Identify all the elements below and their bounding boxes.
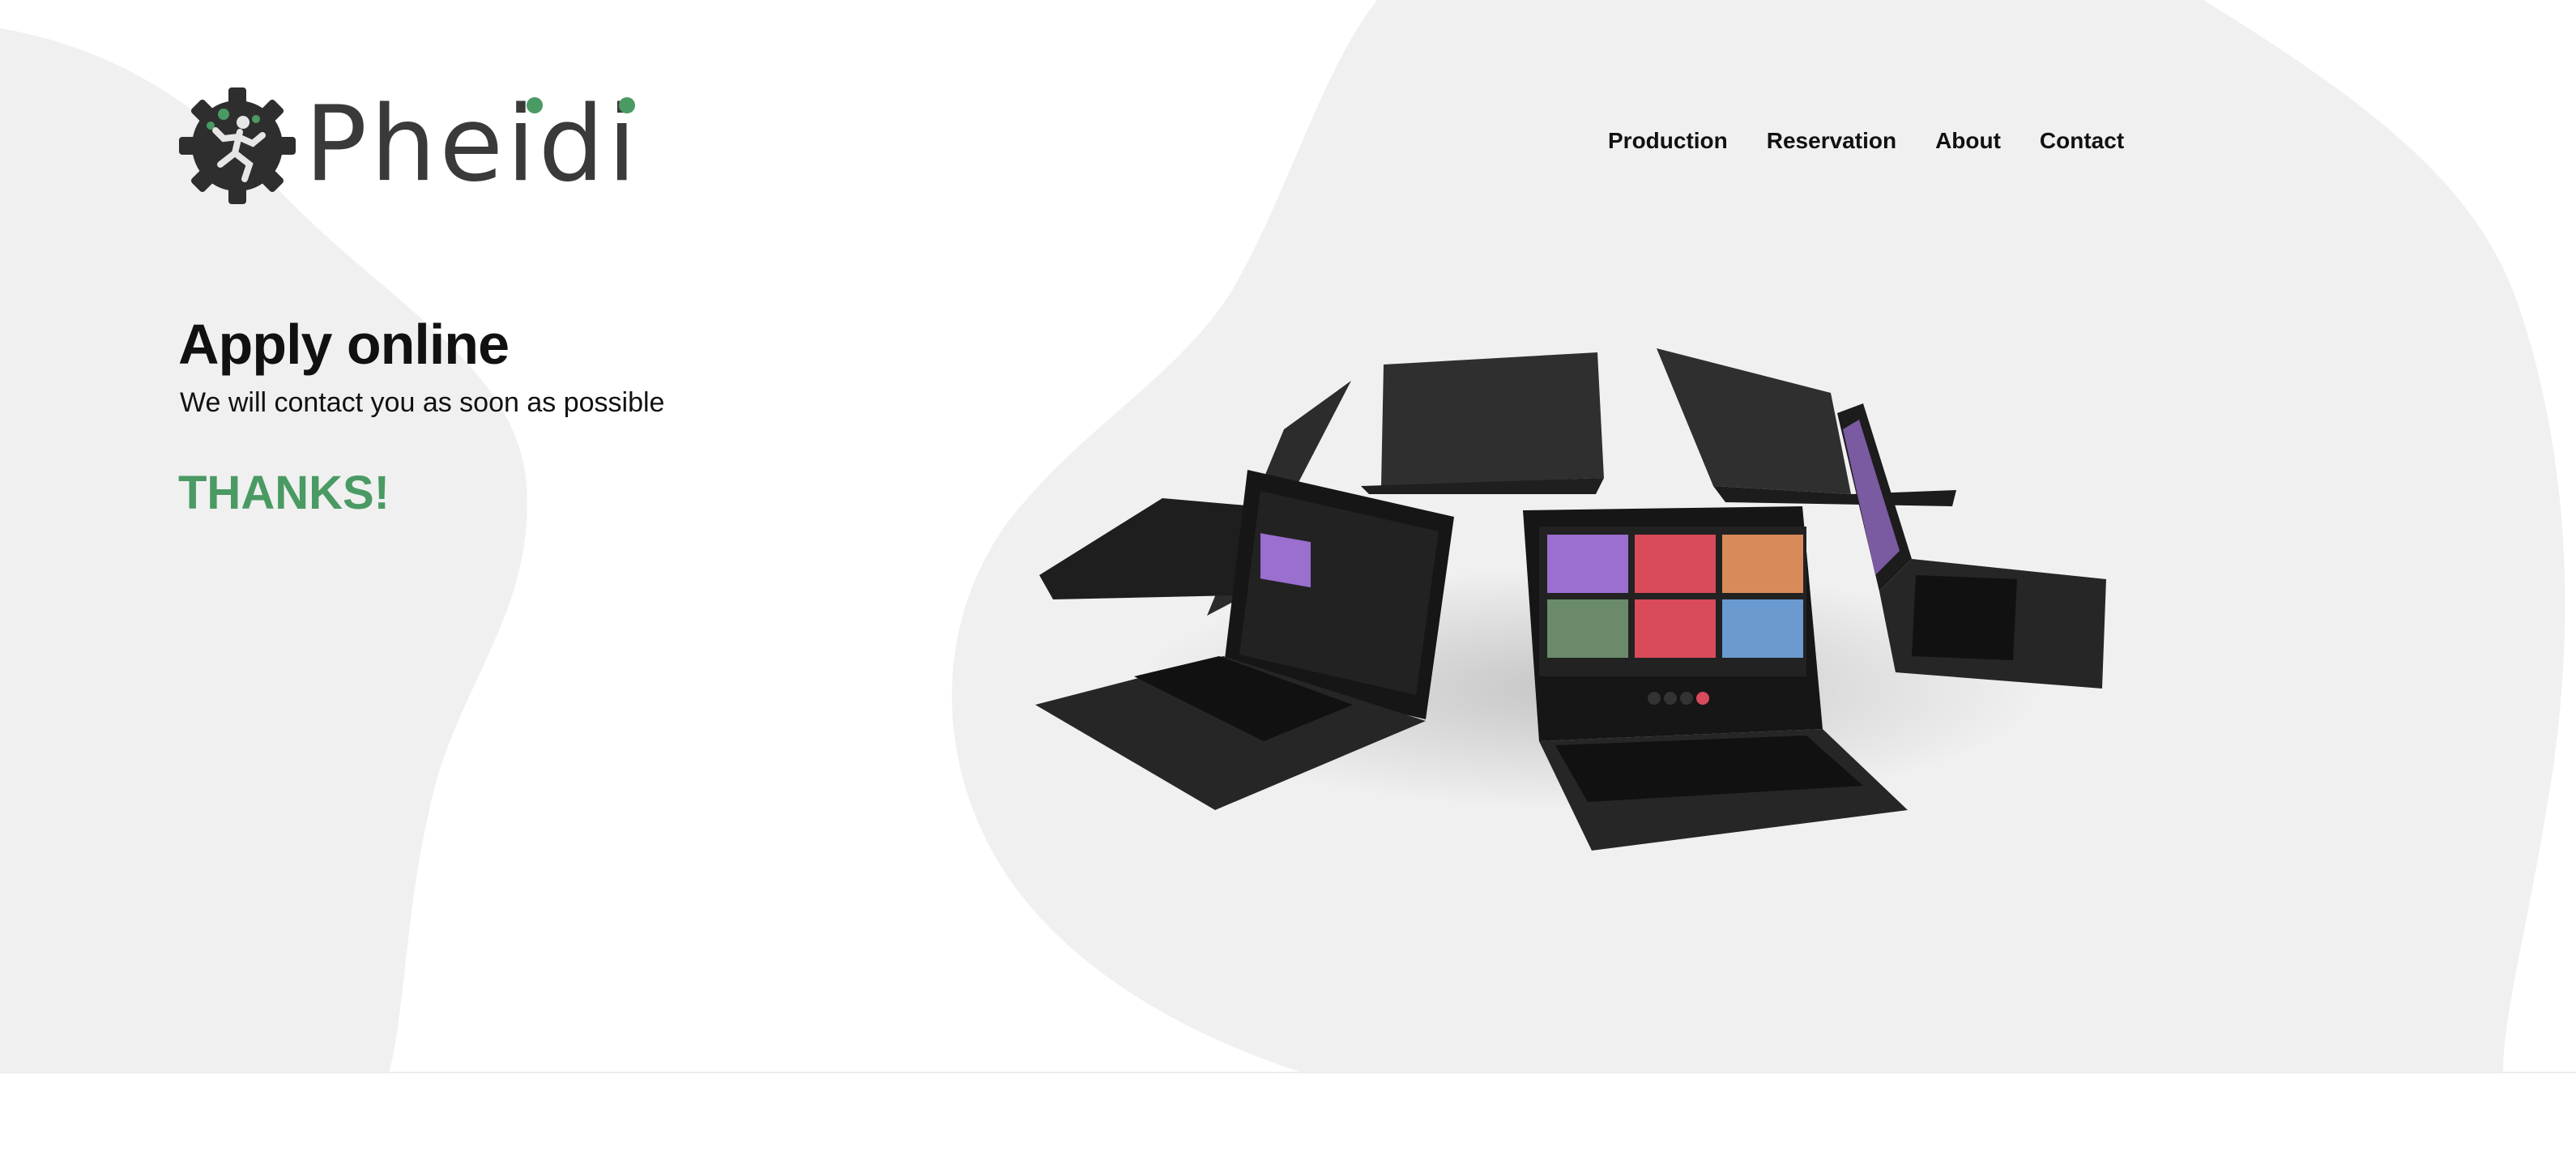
footer-divider — [0, 1072, 2576, 1073]
nav-contact[interactable]: Contact — [2040, 128, 2124, 154]
svg-text:Pheidi: Pheidi — [305, 89, 639, 203]
nav-production[interactable]: Production — [1608, 128, 1728, 154]
hero-title: Apply online — [178, 313, 510, 376]
thanks-message: THANKS! — [178, 467, 390, 519]
logo[interactable]: Pheidi — [178, 85, 645, 207]
logo-wordmark: Pheidi — [305, 89, 639, 203]
nav-about[interactable]: About — [1935, 128, 2001, 154]
hero-subtitle: We will contact you as soon as possible — [180, 387, 665, 418]
gear-runner-icon — [179, 87, 296, 204]
nav-reservation[interactable]: Reservation — [1767, 128, 1896, 154]
main-nav: Production Reservation About Contact — [1608, 128, 2124, 154]
laptops-video-call-illustration — [1035, 348, 2106, 851]
